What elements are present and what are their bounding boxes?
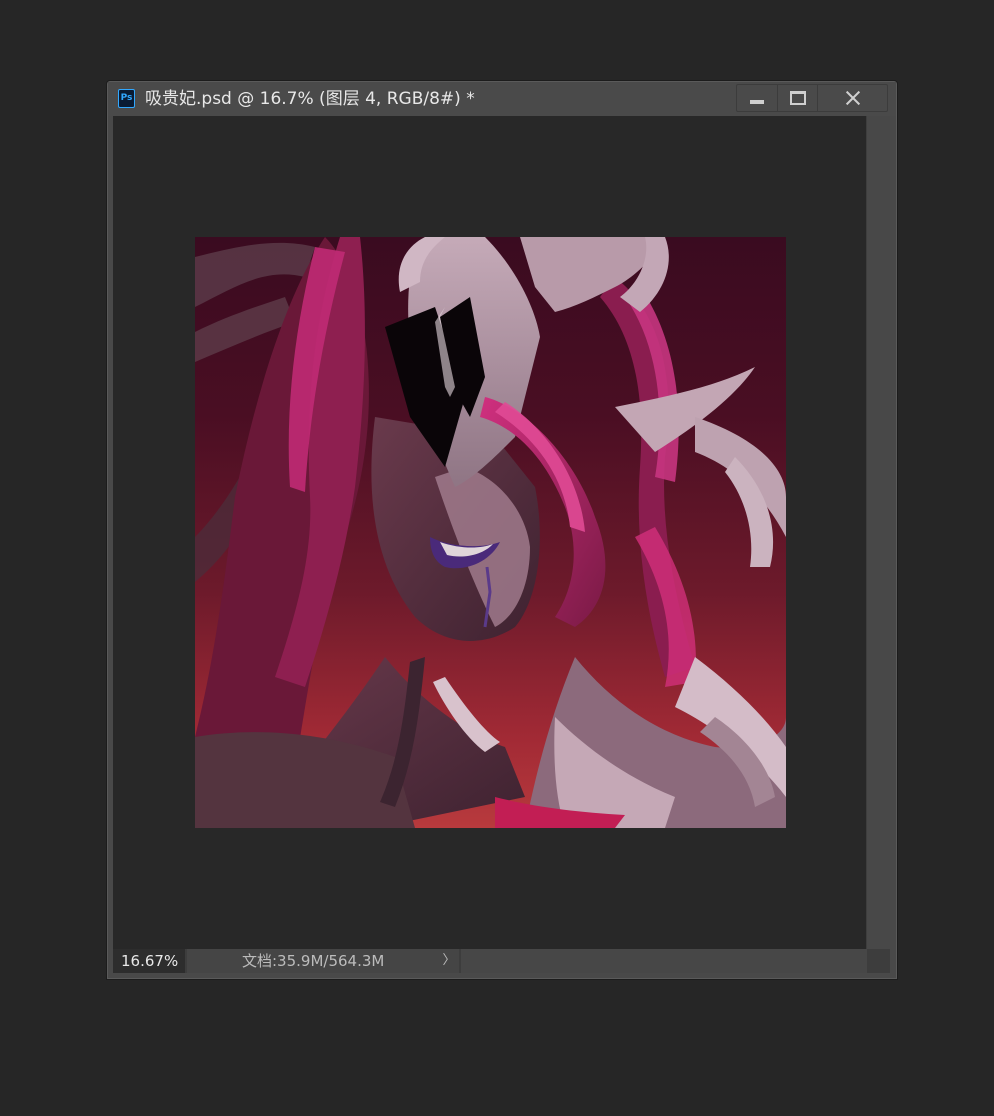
document-window[interactable]: Ps 吸贵妃.psd @ 16.7% (图层 4, RGB/8#) * 16.6… xyxy=(107,81,897,979)
image-canvas[interactable] xyxy=(195,237,786,828)
minimize-button[interactable] xyxy=(737,85,777,111)
document-title: 吸贵妃.psd @ 16.7% (图层 4, RGB/8#) * xyxy=(145,89,475,109)
vertical-scrollbar[interactable] xyxy=(866,116,890,949)
horizontal-scrollbar[interactable] xyxy=(461,949,867,973)
minimize-icon xyxy=(750,100,764,104)
window-controls xyxy=(736,84,888,112)
maximize-icon xyxy=(789,91,806,105)
document-size-info: 文档:35.9M/564.3M xyxy=(187,949,459,973)
close-button[interactable] xyxy=(817,85,887,111)
close-icon xyxy=(846,91,860,105)
photoshop-icon: Ps xyxy=(118,89,135,108)
canvas-workspace[interactable] xyxy=(113,116,866,949)
status-menu-arrow-icon[interactable]: 〉 xyxy=(439,949,459,973)
status-bar: 16.67% 文档:35.9M/564.3M 〉 xyxy=(113,949,890,973)
painting-artwork xyxy=(195,237,786,828)
zoom-level-field[interactable]: 16.67% xyxy=(113,949,185,973)
maximize-button[interactable] xyxy=(777,85,817,111)
document-title-bar[interactable]: Ps 吸贵妃.psd @ 16.7% (图层 4, RGB/8#) * xyxy=(108,82,896,116)
